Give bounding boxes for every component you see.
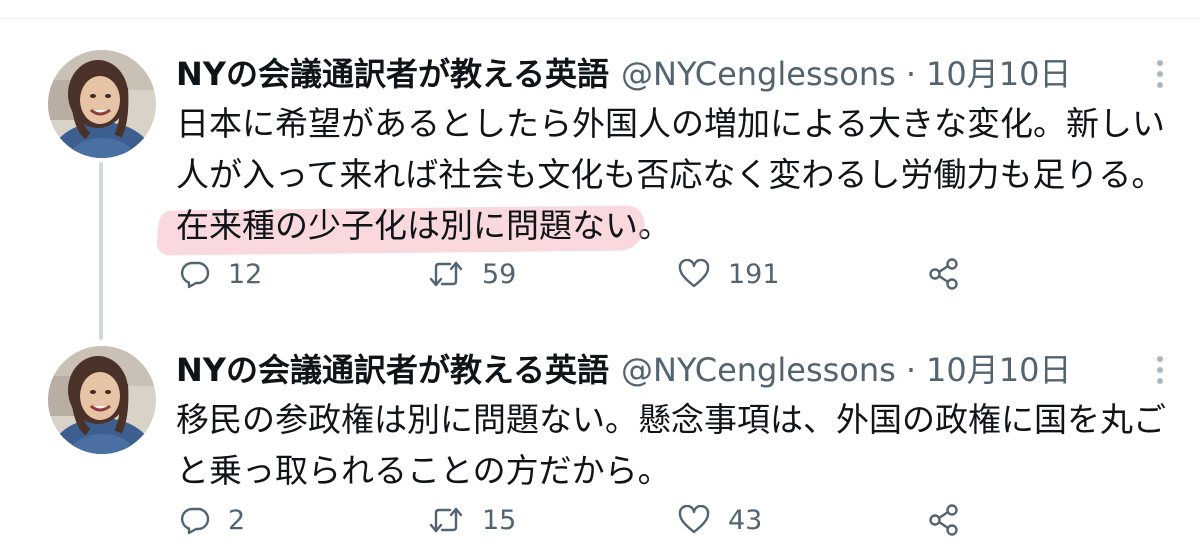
display-name[interactable]: NYの会議通訳者が教える英語 [176,50,609,98]
avatar[interactable] [48,346,156,454]
tweet-header: NYの会議通訳者が教える英語 @NYCenglessons · 10月10日 [176,50,1071,98]
retweet-count: 59 [482,258,517,290]
tweet-header: NYの会議通訳者が教える英語 @NYCenglessons · 10月10日 [176,346,1071,394]
retweet-icon [428,505,464,535]
action-bar: 12 59 191 [176,246,1016,302]
retweet-count: 15 [482,504,517,536]
more-vertical-icon [1156,59,1164,89]
user-handle[interactable]: @NYCenglessons [621,346,896,394]
separator-dot: · [905,55,916,93]
share-button[interactable] [928,246,960,302]
more-button[interactable] [1142,352,1178,388]
highlighted-text: 在来種の少子化は別に問題ない [176,206,638,245]
like-button[interactable]: 43 [678,492,762,548]
share-icon [928,258,960,290]
reply-count: 2 [228,504,246,536]
more-button[interactable] [1142,56,1178,92]
tweet-text-main: 日本に希望があるとしたら外国人の増加による大きな変化。新しい人が入って来れば社会… [176,104,1166,194]
like-count: 43 [728,504,763,536]
retweet-button[interactable]: 59 [428,246,516,302]
share-icon [928,504,960,536]
tweet-text: 移民の参政権は別に問題ない。懸念事項は、外国の政権に国を丸ごと乗っ取られることの… [176,400,1166,490]
more-vertical-icon [1156,355,1164,385]
heart-icon [678,259,710,289]
action-bar: 2 15 43 [176,492,1016,548]
heart-icon [678,505,710,535]
reply-button[interactable]: 2 [180,492,245,548]
reply-icon [180,505,210,535]
reply-count: 12 [228,258,263,290]
tweet-2[interactable]: NYの会議通訳者が教える英語 @NYCenglessons · 10月10日 移… [0,344,1200,560]
retweet-icon [428,259,464,289]
separator-dot: · [905,351,916,389]
tweet-1[interactable]: NYの会議通訳者が教える英語 @NYCenglessons · 10月10日 日… [0,48,1200,308]
timestamp[interactable]: 10月10日 [926,346,1071,394]
like-count: 191 [728,258,780,290]
reply-icon [180,259,210,289]
avatar[interactable] [48,50,156,158]
highlighted-phrase: 在来種の少子化は別に問題ない [155,205,647,256]
like-button[interactable]: 191 [678,246,780,302]
display-name[interactable]: NYの会議通訳者が教える英語 [176,346,609,394]
retweet-button[interactable]: 15 [428,492,516,548]
user-handle[interactable]: @NYCenglessons [621,50,896,98]
timestamp[interactable]: 10月10日 [926,50,1071,98]
top-divider [0,18,1200,19]
share-button[interactable] [928,492,960,548]
tweet-text: 日本に希望があるとしたら外国人の増加による大きな変化。新しい人が入って来れば社会… [155,98,1166,256]
